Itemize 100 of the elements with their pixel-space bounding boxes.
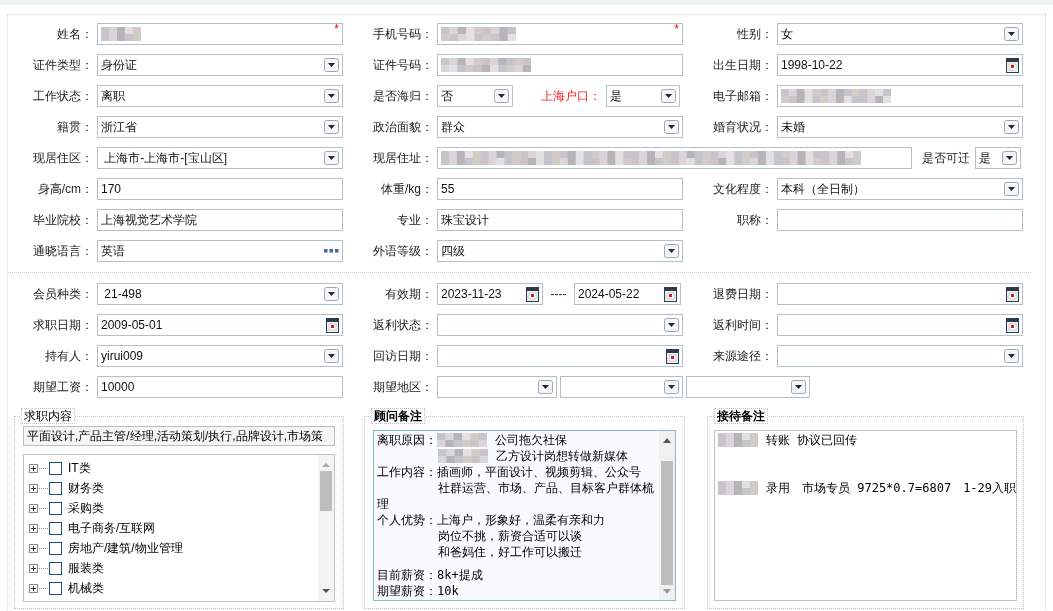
notes-textarea[interactable]: 离职原因： 公司拖欠社保 乙方设计岗想转做新媒体 工作内容：插画师，平面设计、视频剪辑、公众号 社群运营、市场、产品、目标客户群体梳 理 个人优势：上海户，形象好，温柔有亲和力 岗位不挑，薪资合适可以谈 和爸妈住，好工作可以搬迁 目前薪资：8k+提成 期望薪资：10k: [373, 430, 676, 601]
select-field[interactable]: 是: [606, 85, 680, 107]
select-field[interactable]: 是: [975, 147, 1021, 169]
checkbox[interactable]: [49, 461, 62, 475]
field-label: 文化程度：: [712, 182, 773, 196]
calendar-icon[interactable]: [664, 286, 677, 302]
date-field[interactable]: 1998-10-22: [777, 54, 1023, 76]
selected-jobs-field[interactable]: 平面设计,产品主管/经理,活动策划/执行,品牌设计,市场策: [23, 426, 335, 446]
calendar-icon[interactable]: [1006, 57, 1019, 73]
expand-icon[interactable]: [29, 503, 38, 513]
select-field[interactable]: [437, 314, 683, 336]
field-label: 外语等级：: [372, 244, 433, 258]
input-field[interactable]: 上海视觉艺术学院: [97, 209, 343, 231]
select-field[interactable]: 四级: [437, 240, 683, 262]
group-title: 求职内容: [21, 408, 75, 424]
note-text: 插画师，平面设计、视频剪辑、公众号: [437, 464, 641, 480]
field-label: 婚育状况：: [712, 120, 773, 134]
select-field[interactable]: yirui009: [97, 345, 343, 367]
input-field[interactable]: *: [97, 23, 343, 45]
note-text: 上海户，形象好，温柔有亲和力: [437, 512, 605, 528]
checkbox[interactable]: [49, 561, 62, 575]
checkbox[interactable]: [49, 541, 62, 555]
calendar-icon[interactable]: [1006, 317, 1019, 333]
select-field[interactable]: 离职: [97, 85, 343, 107]
expand-icon[interactable]: [29, 563, 38, 573]
tree-item[interactable]: 机械类: [68, 581, 104, 595]
input-field[interactable]: 10000: [97, 376, 343, 398]
field-label: 电子邮箱：: [712, 89, 773, 103]
expand-icon[interactable]: [29, 523, 38, 533]
more-icon[interactable]: [324, 249, 339, 253]
field-label: 返利时间：: [712, 318, 773, 332]
select-field[interactable]: 群众: [437, 116, 683, 138]
select-field[interactable]: 身份证: [97, 54, 343, 76]
note-label: 工作内容：: [377, 464, 437, 480]
select-field[interactable]: [686, 376, 810, 398]
date-field[interactable]: 2009-05-01: [97, 314, 343, 336]
tree-item[interactable]: 采购类: [68, 501, 104, 515]
select-field[interactable]: 浙江省: [97, 116, 343, 138]
expand-icon[interactable]: [29, 483, 38, 493]
field-label: 体重/kg：: [380, 182, 433, 196]
checkbox[interactable]: [49, 581, 62, 595]
field-label: 求职日期：: [32, 318, 93, 332]
expand-icon[interactable]: [29, 583, 38, 593]
field-label: 政治面貌：: [372, 120, 433, 134]
date-field[interactable]: [777, 283, 1023, 305]
tree-item[interactable]: IT类: [68, 461, 91, 475]
input-field[interactable]: [777, 209, 1023, 231]
field-label: 职称：: [736, 213, 773, 227]
select-field[interactable]: 否: [437, 85, 513, 107]
field-label: 工作状态：: [32, 89, 93, 103]
select-field[interactable]: 未婚: [777, 116, 1023, 138]
select-field[interactable]: [437, 376, 557, 398]
input-field[interactable]: [777, 85, 1023, 107]
input-field[interactable]: [437, 147, 912, 169]
field-label: 现居住址：: [372, 151, 433, 165]
field-label: 证件号码：: [372, 58, 433, 72]
expand-icon[interactable]: [29, 463, 38, 473]
group-title: 接待备注: [714, 408, 768, 424]
select-field[interactable]: 21-498: [97, 283, 343, 305]
input-field[interactable]: 珠宝设计: [437, 209, 683, 231]
tree-item[interactable]: 房地产/建筑/物业管理: [68, 541, 183, 555]
date-field[interactable]: 2023-11-23: [437, 283, 543, 305]
scrollbar[interactable]: [318, 455, 334, 601]
note-text: 和爸妈住，好工作可以搬迁: [438, 544, 582, 560]
date-field[interactable]: [437, 345, 683, 367]
checkbox[interactable]: [49, 501, 62, 515]
field-label: 现居住区：: [32, 151, 93, 165]
date-field[interactable]: 2024-05-22: [574, 283, 681, 305]
tree-item[interactable]: 服装类: [68, 561, 104, 575]
field-label: 证件类型：: [32, 58, 93, 72]
field-label: 期望工资：: [32, 380, 93, 394]
field-label: 会员种类：: [32, 287, 93, 301]
select-field[interactable]: 女: [777, 23, 1023, 45]
select-field[interactable]: 本科（全日制）: [777, 178, 1023, 200]
lookup-field[interactable]: 英语: [97, 240, 343, 262]
calendar-icon[interactable]: [326, 317, 339, 333]
tree-item[interactable]: 财务类: [68, 481, 104, 495]
select-field[interactable]: 上海市-上海市-[宝山区]: [97, 147, 343, 169]
input-field[interactable]: 55: [437, 178, 683, 200]
scrollbar[interactable]: [659, 431, 675, 600]
input-field[interactable]: 170: [97, 178, 343, 200]
date-field[interactable]: [777, 314, 1023, 336]
select-field[interactable]: [777, 345, 1023, 367]
field-label: 上海户口：: [540, 89, 601, 103]
note-label: 离职原因：: [377, 432, 437, 448]
expand-icon[interactable]: [29, 543, 38, 553]
checkbox[interactable]: [49, 521, 62, 535]
calendar-icon[interactable]: [666, 348, 679, 364]
notes-textarea[interactable]: 转账 协议已回传 录用 市场专员 9725*0.7=6807 1-29入职: [714, 430, 1017, 601]
calendar-icon[interactable]: [1006, 286, 1019, 302]
select-field[interactable]: [560, 376, 683, 398]
input-field[interactable]: [437, 54, 683, 76]
note-text: 10k: [437, 583, 459, 599]
field-label: 性别：: [736, 27, 773, 41]
input-field[interactable]: *: [437, 23, 683, 45]
field-label: 持有人：: [44, 349, 93, 363]
field-label: 毕业院校：: [32, 213, 93, 227]
calendar-icon[interactable]: [526, 286, 539, 302]
checkbox[interactable]: [49, 481, 62, 495]
tree-item[interactable]: 电子商务/互联网: [68, 521, 156, 535]
